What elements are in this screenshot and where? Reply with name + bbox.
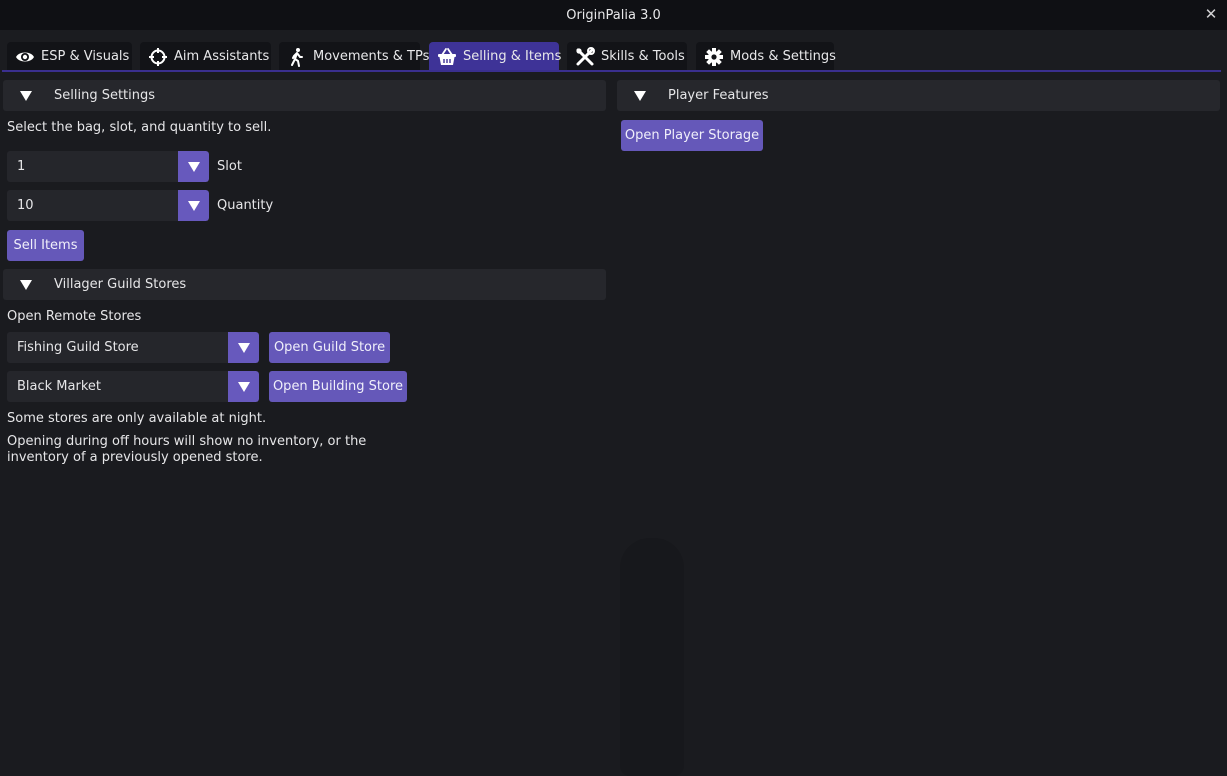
guild-store-value: Fishing Guild Store [7,332,228,363]
building-store-dropdown-button[interactable] [228,371,259,402]
gear-icon [704,47,724,67]
collapse-arrow-icon [20,279,32,290]
slot-dropdown-button[interactable] [178,151,209,182]
slot-combo[interactable]: 1 [7,151,209,182]
tab-esp-visuals[interactable]: ESP & Visuals [7,42,132,71]
collapse-arrow-icon [20,90,32,101]
quantity-label: Quantity [217,198,274,213]
open-building-store-button[interactable]: Open Building Store [269,371,407,402]
chevron-down-icon [187,161,200,172]
player-features-header[interactable]: Player Features [617,80,1220,111]
open-player-storage-button[interactable]: Open Player Storage [621,120,763,151]
chevron-down-icon [187,200,200,211]
slot-label: Slot [217,159,242,174]
tab-selling-items[interactable]: Selling & Items [429,42,562,71]
title-bar: OriginPalia 3.0 ✕ [0,0,1227,30]
collapse-arrow-icon [634,90,646,101]
tab-aim-assistants[interactable]: Aim Assistants [140,42,271,71]
remote-stores-subheading: Open Remote Stores [7,309,142,324]
close-icon[interactable]: ✕ [1203,6,1219,22]
quantity-dropdown-button[interactable] [178,190,209,221]
building-store-value: Black Market [7,371,228,402]
sell-items-button[interactable]: Sell Items [7,230,84,261]
night-availability-note: Some stores are only available at night. [7,411,267,426]
selling-description: Select the bag, slot, and quantity to se… [7,120,272,135]
building-store-combo[interactable]: Black Market [7,371,259,402]
tab-mods-settings[interactable]: Mods & Settings [696,42,836,71]
tab-label: ESP & Visuals [41,49,130,64]
tab-label: Aim Assistants [174,49,270,64]
eye-icon [15,47,35,67]
section-title: Villager Guild Stores [54,277,187,292]
background-silhouette [620,538,684,776]
quantity-combo[interactable]: 10 [7,190,209,221]
tab-underline [2,70,1221,72]
section-title: Player Features [668,88,769,103]
tab-movements-tps[interactable]: Movements & TPs [279,42,429,71]
crosshair-icon [148,47,168,67]
selling-settings-header[interactable]: Selling Settings [3,80,606,111]
tab-skills-tools[interactable]: Skills & Tools [567,42,687,71]
tab-bar: ESP & Visuals Aim Assistants Movements &… [0,30,1227,72]
chevron-down-icon [237,342,250,353]
quantity-value: 10 [7,190,178,221]
section-title: Selling Settings [54,88,156,103]
tools-icon [575,46,595,67]
slot-value: 1 [7,151,178,182]
chevron-down-icon [237,381,250,392]
villager-guild-stores-header[interactable]: Villager Guild Stores [3,269,606,300]
tab-label: Selling & Items [463,49,562,64]
tab-label: Skills & Tools [601,49,685,64]
off-hours-note-line1: Opening during off hours will show no in… [7,434,367,449]
tab-label: Movements & TPs [313,49,430,64]
basket-icon [437,47,457,67]
open-guild-store-button[interactable]: Open Guild Store [269,332,390,363]
guild-store-dropdown-button[interactable] [228,332,259,363]
tab-label: Mods & Settings [730,49,836,64]
window-title: OriginPalia 3.0 [566,7,661,23]
guild-store-combo[interactable]: Fishing Guild Store [7,332,259,363]
off-hours-note-line2: inventory of a previously opened store. [7,450,263,465]
walking-person-icon [287,47,307,67]
